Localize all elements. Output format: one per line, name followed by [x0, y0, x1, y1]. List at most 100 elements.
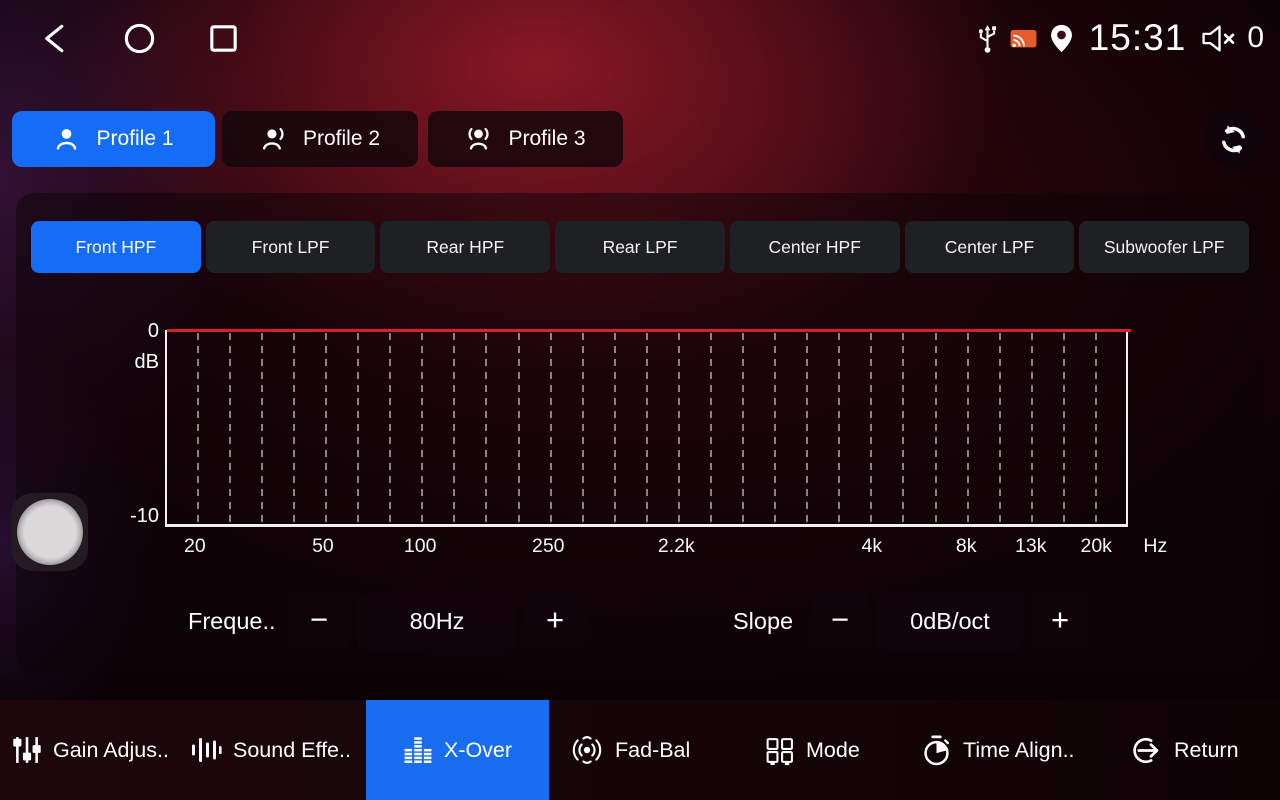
- profile-tab-label: Profile 2: [303, 127, 380, 151]
- nav-item-sound[interactable]: Sound Effe..: [190, 700, 351, 800]
- gridline: [614, 333, 616, 524]
- nav-item-label: X-Over: [444, 738, 512, 763]
- status-bar: 15:31 0: [0, 0, 1280, 76]
- gridline: [999, 333, 1001, 524]
- frequency-decrease-button[interactable]: −: [288, 593, 350, 649]
- x-tick-label: 2.2k: [658, 535, 695, 558]
- response-curve-0db: [167, 329, 1131, 332]
- frequency-label: Freque..: [188, 593, 276, 649]
- filter-tab-front-hpf[interactable]: Front HPF: [31, 221, 201, 273]
- gridline: [838, 333, 840, 524]
- gridline: [646, 333, 648, 524]
- person-group2-icon: [260, 126, 287, 153]
- person-group3-icon: [465, 126, 492, 153]
- gridline: [261, 333, 263, 524]
- equalizer-bars-icon: [403, 735, 433, 765]
- filter-controls: Freque.. − 80Hz + Slope − 0dB/oct +: [16, 593, 1264, 649]
- x-tick-label: 250: [532, 535, 565, 558]
- nav-item-label: Gain Adjus..: [53, 738, 169, 763]
- gridline: [935, 333, 937, 524]
- frequency-increase-button[interactable]: +: [524, 593, 586, 649]
- nav-item-return[interactable]: Return: [1130, 700, 1239, 800]
- slope-label: Slope: [733, 593, 793, 649]
- x-tick-label: 20: [184, 535, 206, 558]
- gridline: [1031, 333, 1033, 524]
- x-axis-labels: Hz 20501002502.2k4k8k13k20k: [165, 535, 1128, 561]
- gridline: [485, 333, 487, 524]
- refresh-icon: [1217, 123, 1250, 156]
- nav-item-time[interactable]: Time Align..: [921, 700, 1075, 800]
- profile-tabs: Profile 1 Profile 2 Profile 3: [0, 111, 1280, 167]
- refresh-button[interactable]: [1205, 111, 1262, 168]
- nav-item-gain[interactable]: Gain Adjus..: [12, 700, 169, 800]
- gridline: [453, 333, 455, 524]
- filter-tab-front-lpf[interactable]: Front LPF: [206, 221, 376, 273]
- status-icons: 15:31 0: [976, 0, 1264, 76]
- x-tick-label: 8k: [956, 535, 977, 558]
- filter-tab-rear-lpf[interactable]: Rear LPF: [555, 221, 725, 273]
- frequency-response-plot[interactable]: [165, 330, 1128, 527]
- gridline: [967, 333, 969, 524]
- cast-icon: [1009, 27, 1038, 50]
- filter-tab-bar: Front HPFFront LPFRear HPFRear LPFCenter…: [31, 221, 1249, 273]
- y-axis-max-label: 0: [99, 320, 159, 343]
- filter-tab-center-hpf[interactable]: Center HPF: [730, 221, 900, 273]
- slope-increase-button[interactable]: +: [1031, 593, 1089, 649]
- profile-tab-1[interactable]: Profile 1: [12, 111, 215, 167]
- gridline: [582, 333, 584, 524]
- gridline: [197, 333, 199, 524]
- gridline: [421, 333, 423, 524]
- filter-tab-rear-hpf[interactable]: Rear HPF: [380, 221, 550, 273]
- volume-muted-icon: [1200, 23, 1237, 54]
- grid-squares-icon: [764, 735, 795, 766]
- surround-speaker-icon: [570, 734, 604, 766]
- x-tick-label: 50: [312, 535, 334, 558]
- nav-item-mode[interactable]: Mode: [764, 700, 860, 800]
- filter-tab-subwoofer-lpf[interactable]: Subwoofer LPF: [1079, 221, 1249, 273]
- profile-tab-label: Profile 1: [96, 127, 173, 151]
- profile-tab-3[interactable]: Profile 3: [428, 111, 623, 167]
- gridline: [678, 333, 680, 524]
- frequency-value: 80Hz: [357, 593, 517, 649]
- gridline: [550, 333, 552, 524]
- nav-item-label: Mode: [806, 738, 860, 763]
- assist-knob-icon: [17, 499, 83, 565]
- gridline: [1063, 333, 1065, 524]
- clock: 15:31: [1089, 17, 1187, 59]
- volume-level: 0: [1247, 21, 1264, 55]
- nav-item-label: Return: [1174, 738, 1239, 763]
- gridline: [325, 333, 327, 524]
- profile-tab-label: Profile 3: [508, 127, 585, 151]
- slope-value: 0dB/oct: [876, 593, 1024, 649]
- xover-panel: Front HPFFront LPFRear HPFRear LPFCenter…: [16, 193, 1264, 672]
- x-axis-unit-label: Hz: [1143, 535, 1167, 558]
- usb-icon: [976, 23, 999, 54]
- x-tick-label: 4k: [862, 535, 883, 558]
- waveform-icon: [190, 735, 222, 765]
- gridline: [806, 333, 808, 524]
- gridline: [742, 333, 744, 524]
- bottom-nav-bar: Gain Adjus.. Sound Effe.. X-Over Fad-Bal Mod…: [0, 700, 1280, 800]
- gridline: [710, 333, 712, 524]
- gridline: [229, 333, 231, 524]
- x-tick-label: 20k: [1080, 535, 1111, 558]
- filter-tab-center-lpf[interactable]: Center LPF: [905, 221, 1075, 273]
- profile-tab-2[interactable]: Profile 2: [222, 111, 418, 167]
- stopwatch-icon: [921, 734, 952, 767]
- nav-item-label: Time Align..: [963, 738, 1075, 763]
- gridline: [389, 333, 391, 524]
- slope-decrease-button[interactable]: −: [811, 593, 869, 649]
- x-tick-label: 13k: [1015, 535, 1046, 558]
- back-icon[interactable]: [38, 21, 73, 56]
- y-axis-unit-label: dB: [99, 351, 159, 374]
- recents-icon[interactable]: [206, 21, 241, 56]
- gridline: [518, 333, 520, 524]
- x-tick-label: 100: [404, 535, 437, 558]
- gridline: [1095, 333, 1097, 524]
- nav-item-label: Sound Effe..: [233, 738, 351, 763]
- floating-assist-button[interactable]: [11, 493, 88, 571]
- home-icon[interactable]: [122, 21, 157, 56]
- nav-item-fadbal[interactable]: Fad-Bal: [570, 700, 690, 800]
- nav-item-xover[interactable]: X-Over: [366, 700, 549, 800]
- gridline: [774, 333, 776, 524]
